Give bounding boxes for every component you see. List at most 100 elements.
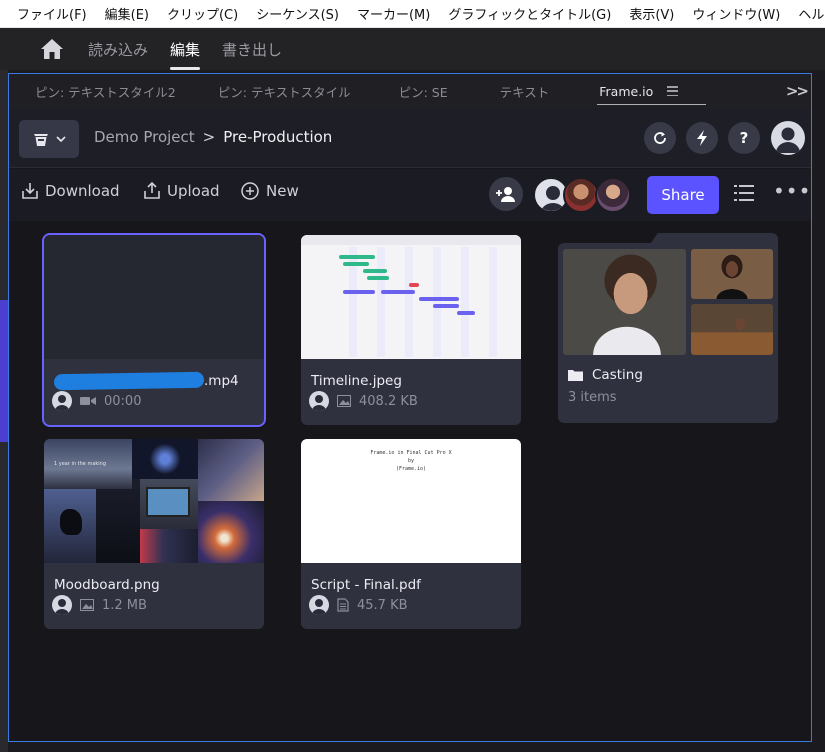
- asset-meta: 00:00: [52, 391, 141, 411]
- asset-card-script[interactable]: Frame.io in Final Cut Pro X by (Frame.io…: [301, 439, 521, 629]
- panel-tab-pin-se[interactable]: ピン: SE: [399, 74, 448, 108]
- left-panel-edge: [0, 70, 8, 752]
- asset-name: .mp4: [53, 371, 239, 391]
- panel-tab-pin-text-style[interactable]: ピン: テキストスタイル: [218, 74, 351, 108]
- folder-item-count: 3 items: [568, 390, 617, 405]
- panel-tab-pin-text-style-2[interactable]: ピン: テキストスタイル2: [35, 74, 176, 108]
- frameio-panel: ピン: テキストスタイル2 ピン: テキストスタイル ピン: SE テキスト F…: [8, 73, 812, 742]
- menu-marker[interactable]: マーカー(M): [348, 4, 439, 23]
- video-thumbnail: [44, 235, 264, 359]
- asset-duration: 00:00: [104, 393, 142, 409]
- script-thumbnail: Frame.io in Final Cut Pro X by (Frame.io…: [301, 439, 521, 563]
- video-camera-icon: [80, 397, 96, 405]
- list-view-icon[interactable]: [734, 184, 754, 202]
- script-author-line: (Frame.io): [395, 466, 427, 472]
- asset-meta: 45.7 KB: [309, 595, 408, 615]
- folder-card-casting[interactable]: Casting 3 items: [558, 233, 778, 423]
- menu-window[interactable]: ウィンドウ(W): [683, 4, 789, 23]
- upload-label: Upload: [167, 182, 220, 200]
- panel-tab-frameio[interactable]: Frame.io: [597, 74, 707, 108]
- asset-card-moodboard[interactable]: 1 year in the making Moodboard.png 1.2 M…: [44, 439, 264, 629]
- asset-toolbar: Download Upload New Share •••: [9, 169, 811, 221]
- image-icon: [337, 395, 351, 407]
- breadcrumb-current: Pre-Production: [223, 128, 333, 146]
- asset-card-video[interactable]: .mp4 00:00: [42, 233, 266, 427]
- menu-help[interactable]: ヘルプ(H): [789, 4, 825, 23]
- folder-title: Casting: [568, 367, 643, 383]
- refresh-icon: [654, 132, 666, 144]
- project-bucket-icon: [34, 134, 48, 146]
- collaborator-avatar-3: [595, 177, 631, 213]
- asset-meta: 408.2 KB: [309, 391, 418, 411]
- upload-button[interactable]: Upload: [143, 181, 220, 201]
- download-button[interactable]: Download: [21, 181, 120, 201]
- menu-clip[interactable]: クリップ(C): [158, 4, 247, 23]
- casting-photo-2: [691, 249, 773, 299]
- collaborator-avatars[interactable]: [533, 177, 639, 213]
- new-button[interactable]: New: [240, 181, 299, 201]
- asset-name: Moodboard.png: [54, 577, 160, 593]
- add-user-icon: [496, 187, 515, 202]
- download-label: Download: [45, 182, 120, 200]
- asset-size: 1.2 MB: [102, 597, 147, 613]
- script-by-line: by: [407, 458, 415, 464]
- integrations-button[interactable]: [686, 122, 718, 154]
- script-title-line: Frame.io in Final Cut Pro X: [370, 450, 452, 456]
- menu-edit[interactable]: 編集(E): [96, 4, 158, 23]
- folder-name: Casting: [592, 367, 643, 383]
- uploader-avatar: [309, 595, 329, 615]
- chevron-down-icon: [56, 136, 66, 143]
- more-options-icon[interactable]: •••: [773, 179, 811, 203]
- lightning-icon: [697, 130, 707, 146]
- upload-icon: [144, 181, 160, 199]
- menu-file[interactable]: ファイル(F): [8, 4, 96, 23]
- help-button[interactable]: ?: [728, 122, 760, 154]
- new-label: New: [266, 182, 299, 200]
- uploader-avatar: [309, 391, 329, 411]
- workspace-bar: 読み込み 編集 書き出し: [0, 28, 825, 70]
- uploader-avatar: [52, 595, 72, 615]
- asset-size: 45.7 KB: [357, 597, 408, 613]
- panel-tab-bar: ピン: テキストスタイル2 ピン: テキストスタイル ピン: SE テキスト F…: [9, 74, 811, 108]
- plus-circle-icon: [241, 182, 259, 200]
- image-icon: [80, 599, 94, 611]
- breadcrumb: Demo Project > Pre-Production: [94, 128, 332, 146]
- moodboard-thumbnail: 1 year in the making: [44, 439, 264, 563]
- app-menubar: ファイル(F) 編集(E) クリップ(C) シーケンス(S) マーカー(M) グ…: [0, 0, 825, 28]
- invite-user-button[interactable]: [489, 177, 523, 211]
- moodboard-caption: 1 year in the making: [54, 461, 107, 467]
- more-panels-icon[interactable]: >>: [786, 82, 809, 100]
- refresh-button[interactable]: [644, 122, 676, 154]
- asset-meta: 1.2 MB: [52, 595, 147, 615]
- asset-name: Script - Final.pdf: [311, 577, 421, 593]
- casting-photo-3: [691, 304, 773, 355]
- user-avatar[interactable]: [771, 121, 805, 155]
- download-icon: [22, 183, 38, 199]
- share-button[interactable]: Share: [647, 176, 719, 214]
- breadcrumb-project[interactable]: Demo Project: [94, 128, 195, 146]
- panel-menu-icon[interactable]: [667, 86, 679, 96]
- left-panel-highlight: [0, 300, 8, 442]
- casting-photo-1: [563, 249, 686, 355]
- home-icon[interactable]: [38, 35, 66, 63]
- uploader-avatar: [52, 391, 72, 411]
- folder-icon: [568, 370, 583, 381]
- panel-tab-frameio-label: Frame.io: [599, 83, 654, 99]
- frameio-header: Demo Project > Pre-Production ?: [9, 108, 811, 168]
- timeline-thumbnail: [301, 235, 521, 359]
- asset-name-text: .mp4: [204, 373, 239, 389]
- redaction-mark: [53, 371, 205, 391]
- menu-graphics-titles[interactable]: グラフィックとタイトル(G): [439, 4, 620, 23]
- workspace-tab-export[interactable]: 書き出し: [222, 28, 282, 70]
- panel-tab-text[interactable]: テキスト: [500, 74, 550, 108]
- asset-card-timeline[interactable]: Timeline.jpeg 408.2 KB: [301, 235, 521, 425]
- menu-sequence[interactable]: シーケンス(S): [247, 4, 348, 23]
- workspace-tab-edit[interactable]: 編集: [170, 28, 201, 70]
- collaborator-avatar-2: [563, 177, 599, 213]
- asset-name: Timeline.jpeg: [311, 373, 402, 389]
- project-switcher-button[interactable]: [19, 120, 79, 158]
- asset-size: 408.2 KB: [359, 393, 418, 409]
- workspace-tab-import[interactable]: 読み込み: [88, 28, 148, 70]
- menu-view[interactable]: 表示(V): [620, 4, 683, 23]
- asset-grid: .mp4 00:00 Timeline.jpeg 408.2 KB Castin…: [9, 221, 811, 741]
